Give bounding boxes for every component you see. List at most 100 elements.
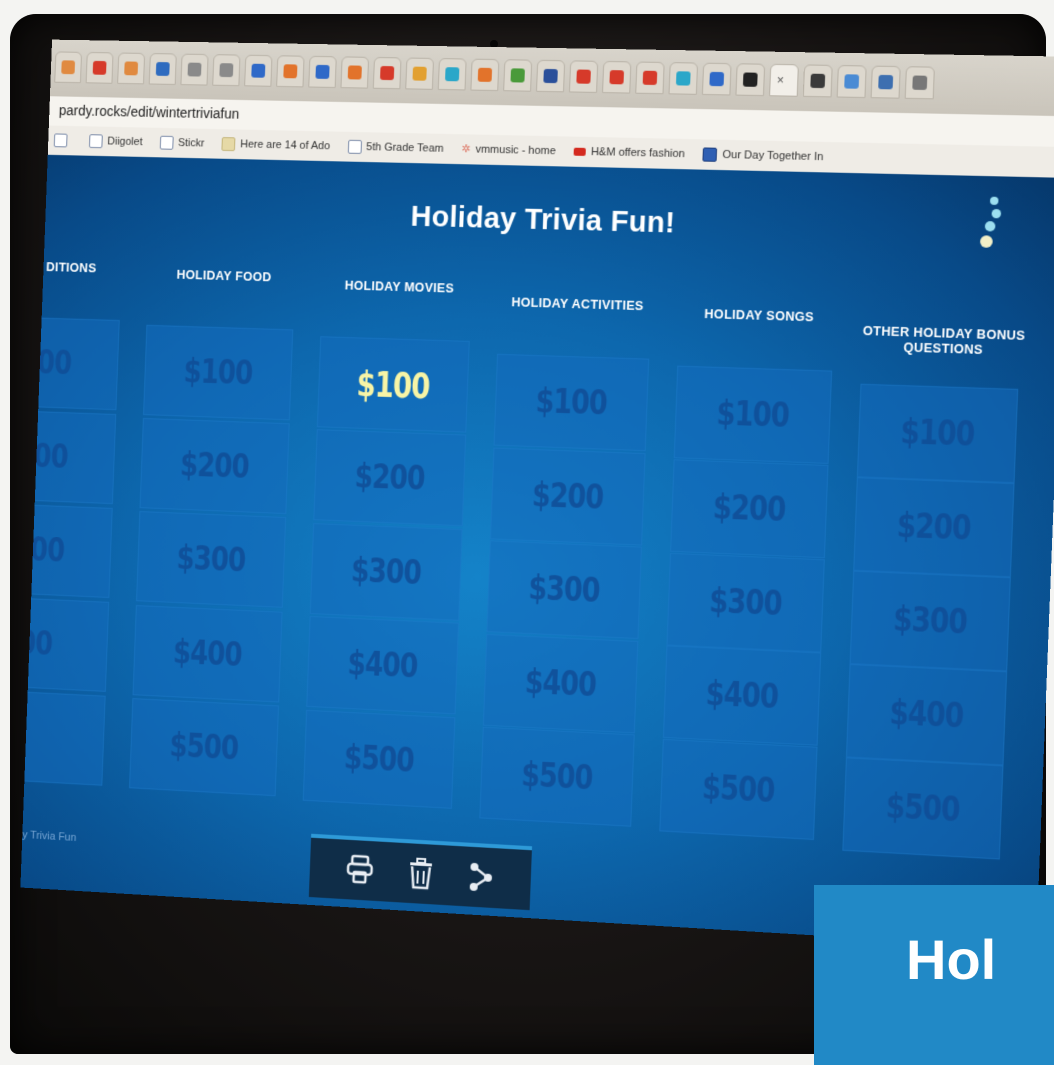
bookmark-item[interactable]: Our Day Together In	[702, 147, 824, 164]
doc-icon	[159, 135, 174, 150]
favicon-icon	[810, 73, 826, 89]
favicon-icon	[61, 60, 76, 75]
board-name-label: y Trivia Fun	[22, 829, 77, 844]
favicon-icon	[347, 65, 362, 80]
browser-tab[interactable]	[870, 65, 901, 99]
bookmark-item[interactable]: Stickr	[159, 135, 205, 151]
bookmark-item[interactable]: Here are 14 of Ado	[221, 137, 331, 153]
question-tile[interactable]: $200	[853, 476, 1015, 578]
decoration-icon	[979, 196, 1002, 258]
hm-logo-icon	[573, 147, 587, 156]
browser-tab[interactable]	[503, 59, 533, 92]
bookmark-item[interactable]: H&M offers fashion	[573, 146, 686, 161]
browser-tab[interactable]	[701, 62, 732, 96]
bookmark-label: vmmusic - home	[475, 143, 557, 158]
favicon-icon	[510, 68, 525, 83]
browser-tab[interactable]	[802, 64, 833, 98]
question-tile[interactable]: $500	[129, 697, 280, 797]
question-tile[interactable]: $100	[493, 353, 650, 452]
favicon-icon	[543, 68, 558, 84]
question-tile[interactable]: $200	[670, 458, 829, 559]
browser-tab[interactable]	[308, 55, 337, 88]
question-tile[interactable]: $100	[856, 383, 1019, 484]
question-tile[interactable]: $300	[136, 511, 287, 609]
browser-tab[interactable]	[180, 53, 209, 86]
bookmark-label: Stickr	[177, 137, 205, 150]
browser-tab[interactable]	[568, 60, 599, 93]
browser-tab[interactable]	[276, 55, 305, 88]
question-tile[interactable]: $200	[490, 446, 646, 546]
question-tile[interactable]: 300	[20, 501, 113, 599]
question-tile[interactable]: $400	[306, 615, 460, 715]
browser-tab[interactable]	[635, 61, 665, 95]
bookmark-item[interactable]: Diigolet	[88, 134, 143, 149]
question-tile[interactable]: $200	[313, 429, 467, 527]
bookmark-item[interactable]	[53, 133, 73, 148]
favicon-icon	[187, 62, 202, 77]
active-tab[interactable]: ×	[769, 63, 799, 97]
browser-tab[interactable]	[148, 53, 177, 85]
question-tile[interactable]: $500	[842, 757, 1004, 860]
board-toolbar	[308, 833, 533, 911]
browser-tab[interactable]	[437, 58, 467, 91]
browser-tab[interactable]	[85, 51, 114, 84]
question-grid: 100 $100 $100 $100 $100 $100 200 $200 $200 $200 $2…	[20, 315, 1054, 892]
question-tile[interactable]: $500	[659, 738, 818, 841]
browser-tab[interactable]	[340, 56, 370, 89]
question-tile[interactable]: $400	[132, 604, 283, 703]
category-header[interactable]: HOLIDAY FOOD	[144, 267, 304, 286]
question-tile[interactable]: $100	[143, 324, 294, 421]
browser-tab[interactable]	[836, 65, 867, 99]
close-tab-icon[interactable]: ×	[777, 73, 792, 87]
browser-tab[interactable]	[372, 56, 402, 90]
question-tile[interactable]: $400	[482, 633, 639, 734]
trash-icon[interactable]	[407, 857, 434, 890]
question-tile[interactable]: $100	[673, 365, 833, 465]
favicon-icon	[219, 63, 234, 78]
browser-tab[interactable]	[602, 60, 632, 94]
laptop-screen: × pardy.rocks/edit/wintertriviafun Diigo…	[20, 39, 1054, 949]
favicon-icon	[912, 75, 928, 91]
question-tile[interactable]	[20, 688, 106, 786]
favicon-icon	[844, 74, 860, 89]
question-tile[interactable]: $400	[845, 663, 1008, 766]
browser-tab[interactable]	[405, 57, 435, 90]
bookmark-label: H&M offers fashion	[590, 146, 686, 161]
browser-tab[interactable]	[54, 51, 83, 84]
blue-doc-icon	[702, 147, 718, 162]
bookmark-label: 5th Grade Team	[365, 141, 444, 155]
url-text[interactable]: pardy.rocks/edit/wintertriviafun	[59, 102, 240, 121]
question-tile[interactable]: $300	[309, 522, 463, 621]
browser-tab[interactable]	[735, 63, 766, 97]
browser-tab[interactable]	[470, 58, 500, 92]
question-tile[interactable]: $300	[666, 552, 825, 653]
bookmark-item[interactable]: ✲ vmmusic - home	[461, 143, 556, 157]
favicon-icon	[642, 70, 658, 86]
card-title: Hol	[906, 928, 997, 991]
bookmark-label: Here are 14 of Ado	[239, 138, 331, 153]
favicon-icon	[576, 69, 591, 84]
bookmark-item[interactable]: 5th Grade Team	[347, 139, 444, 156]
question-tile[interactable]: 00	[20, 595, 110, 693]
category-header[interactable]: HOLIDAY ACTIVITIES	[495, 295, 661, 315]
question-tile[interactable]: $500	[302, 709, 456, 809]
question-tile[interactable]: $500	[479, 726, 635, 828]
question-tile[interactable]: $400	[662, 645, 822, 747]
question-tile[interactable]: $100	[316, 335, 470, 433]
question-tile[interactable]: $200	[139, 417, 290, 515]
category-header[interactable]: HOLIDAY SONGS	[675, 306, 844, 326]
favicon-icon	[878, 74, 894, 90]
browser-tab[interactable]	[244, 54, 273, 87]
print-icon[interactable]	[346, 854, 375, 887]
question-tile[interactable]: $300	[849, 570, 1011, 672]
category-header[interactable]: HOLIDAY MOVIES	[318, 278, 481, 298]
share-icon[interactable]	[467, 861, 494, 894]
browser-tab[interactable]	[536, 59, 566, 93]
browser-tab[interactable]	[212, 54, 241, 87]
question-tile[interactable]: $300	[486, 540, 642, 640]
browser-tab[interactable]	[117, 52, 146, 85]
favicon-icon	[283, 64, 298, 79]
browser-tab[interactable]	[904, 66, 935, 100]
game-title: Holiday Trivia Fun!	[410, 200, 676, 240]
browser-tab[interactable]	[668, 62, 699, 95]
